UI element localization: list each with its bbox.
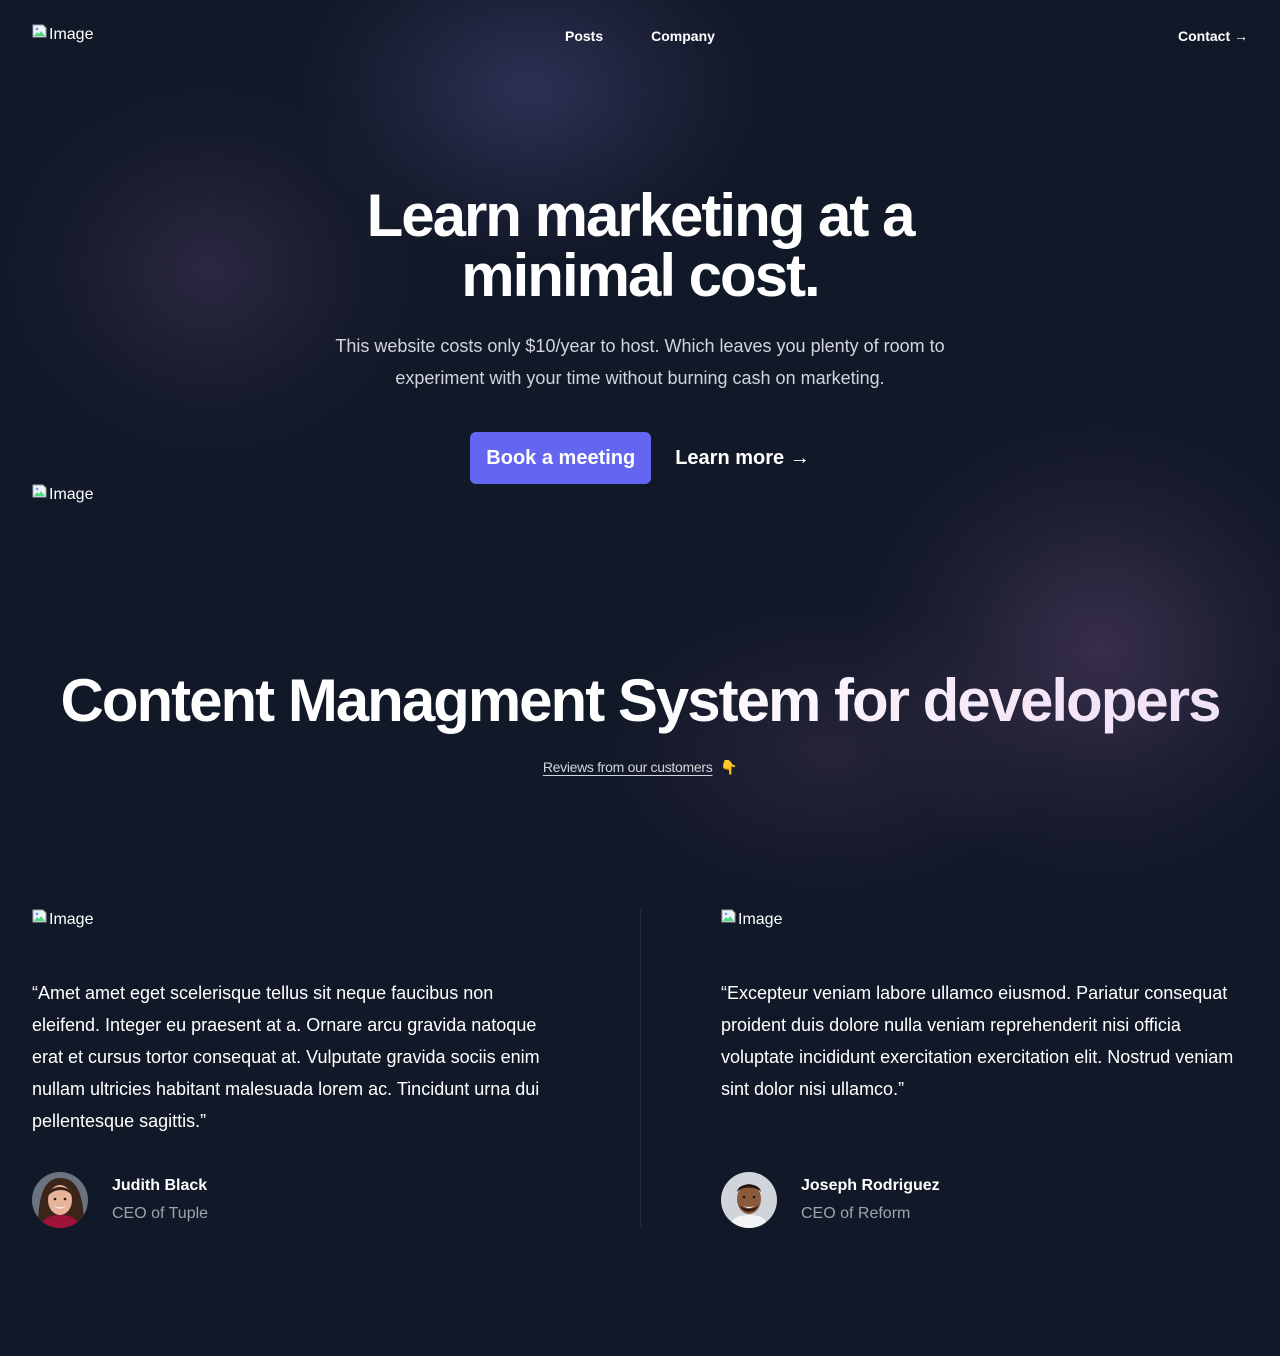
author-role: CEO of Reform bbox=[801, 1205, 911, 1222]
pointing-down-icon: 👇 bbox=[720, 759, 738, 775]
broken-image-icon bbox=[32, 909, 47, 923]
company-logo: Image bbox=[32, 908, 93, 932]
company-logo-alt-text: Image bbox=[49, 911, 94, 928]
site-header: Image Posts Company Contact → bbox=[0, 0, 1280, 72]
avatar-joseph-icon bbox=[721, 1172, 777, 1228]
testimonial-quote: “Excepteur veniam labore ullamco eiusmod… bbox=[721, 983, 1234, 1099]
hero-subtitle: This website costs only $10/year to host… bbox=[335, 336, 945, 388]
company-logo-alt-text: Image bbox=[738, 911, 783, 928]
nav-link-company[interactable]: Company bbox=[651, 28, 715, 44]
testimonials-section: Image “Amet amet eget scelerisque tellus… bbox=[32, 908, 1248, 1228]
testimonial-author: Joseph Rodriguez CEO of Reform bbox=[721, 1172, 940, 1228]
avatar-judith-icon bbox=[32, 1172, 88, 1228]
author-name: Joseph Rodriguez bbox=[801, 1177, 940, 1194]
testimonial-quote: “Amet amet eget scelerisque tellus sit n… bbox=[32, 983, 540, 1131]
learn-more-link[interactable]: Learn more → bbox=[675, 447, 809, 470]
author-role: CEO of Tuple bbox=[112, 1205, 209, 1222]
company-logo: Image bbox=[721, 908, 782, 932]
testimonial-card: Image “Amet amet eget scelerisque tellus… bbox=[32, 908, 559, 1228]
reviews-link[interactable]: Reviews from our customers 👇 bbox=[542, 759, 738, 776]
hero-title: Learn marketing at a minimal cost. bbox=[366, 182, 916, 309]
main-nav: Posts Company bbox=[565, 28, 715, 44]
broken-image-icon bbox=[32, 24, 47, 38]
avatar bbox=[32, 1172, 88, 1228]
hero-image: Image bbox=[32, 484, 94, 504]
logo-link[interactable]: Image bbox=[32, 24, 94, 44]
cms-title: Content Managment System for developers bbox=[0, 665, 1280, 737]
contact-link[interactable]: Contact → bbox=[1178, 28, 1248, 44]
avatar bbox=[721, 1172, 777, 1228]
background-glow bbox=[860, 420, 1280, 880]
cms-section: Content Managment System for developers … bbox=[0, 665, 1280, 777]
reviews-link-text: Reviews from our customers bbox=[542, 759, 713, 775]
testimonial-author: Judith Black CEO of Tuple bbox=[32, 1172, 208, 1228]
author-name: Judith Black bbox=[112, 1177, 208, 1194]
broken-image-icon bbox=[32, 484, 47, 498]
column-divider bbox=[640, 908, 641, 1228]
broken-image-icon bbox=[721, 909, 736, 923]
author-meta: Joseph Rodriguez CEO of Reform bbox=[801, 1172, 940, 1228]
testimonial-card: Image “Excepteur veniam labore ullamco e… bbox=[721, 908, 1248, 1228]
nav-link-posts[interactable]: Posts bbox=[565, 28, 603, 44]
logo-alt-text: Image bbox=[49, 26, 94, 43]
hero-section: Learn marketing at a minimal cost. This … bbox=[0, 186, 1280, 484]
cta-row: Book a meeting Learn more → bbox=[0, 432, 1280, 484]
author-meta: Judith Black CEO of Tuple bbox=[112, 1172, 208, 1228]
book-meeting-button[interactable]: Book a meeting bbox=[470, 432, 652, 484]
hero-image-alt-text: Image bbox=[49, 486, 94, 503]
